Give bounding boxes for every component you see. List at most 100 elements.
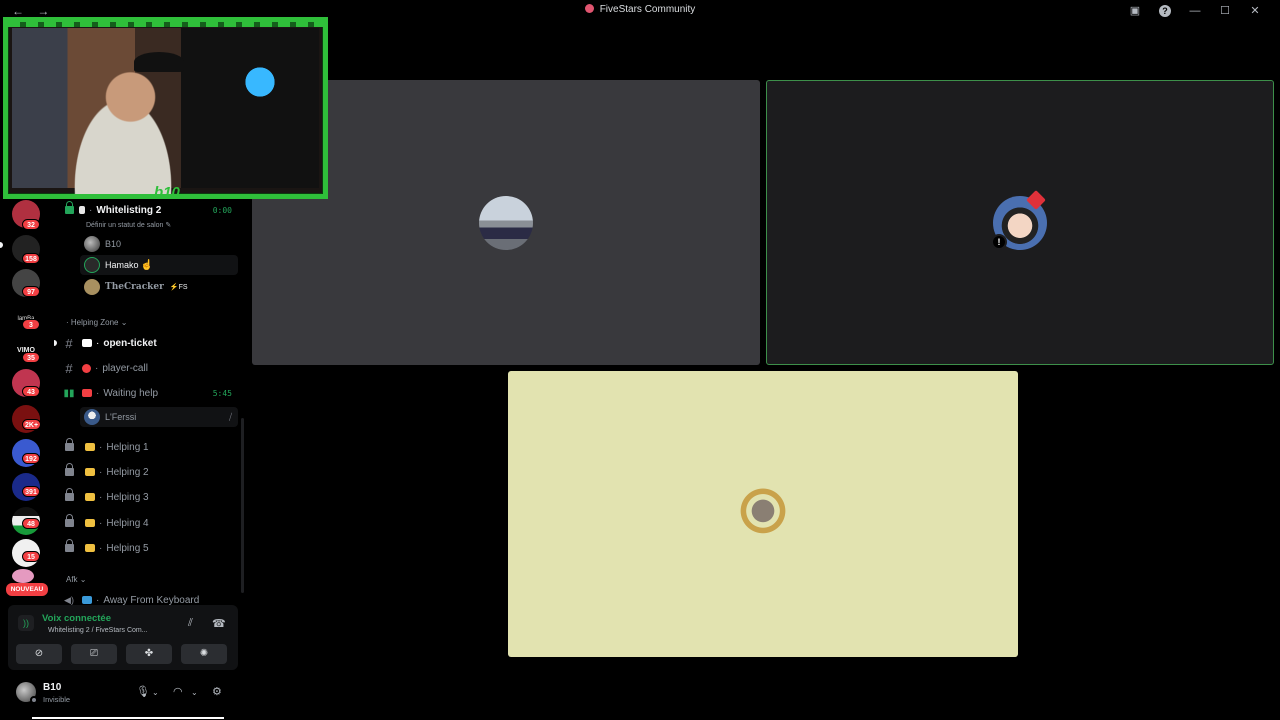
channel-helping-3[interactable]: · Helping 3 bbox=[62, 486, 240, 508]
user-tag: ⚡FS bbox=[169, 284, 188, 291]
voice-channel-whitelisting-2[interactable]: · Whitelisting 2 0:00 bbox=[62, 200, 240, 220]
text-channel-icon: # bbox=[65, 360, 73, 376]
voice-user[interactable]: L'Ferssi ⧸ bbox=[80, 407, 238, 427]
camera-off-icon[interactable]: ⊘ bbox=[16, 644, 62, 664]
channel-name: Away From Keyboard bbox=[103, 594, 200, 606]
close-button[interactable]: ✕ bbox=[1240, 2, 1270, 20]
separator-dot: · bbox=[99, 542, 103, 554]
channel-helping-1[interactable]: · Helping 1 bbox=[62, 436, 240, 458]
channel-name: Helping 5 bbox=[106, 542, 149, 554]
user-panel: B10 Invisible 🎙︎ ⌄ ◠ ⌄ ⚙ bbox=[0, 675, 246, 715]
channel-name: Helping 1 bbox=[106, 441, 149, 453]
lock-emoji-icon bbox=[85, 443, 95, 451]
window-controls: ▣ ? — ☐ ✕ bbox=[1120, 2, 1270, 20]
chevron-down-icon: ⌄ bbox=[120, 318, 128, 327]
screen-share-icon[interactable]: ⎚ bbox=[71, 644, 117, 664]
lock-icon bbox=[65, 463, 74, 476]
activities-icon[interactable]: ✤ bbox=[126, 644, 172, 664]
chevron-down-icon[interactable]: ⌄ bbox=[152, 688, 159, 697]
mention-badge: 15 bbox=[22, 551, 40, 562]
category-afk[interactable]: Afk ⌄ bbox=[66, 575, 87, 584]
participant-tile-speaking[interactable]: ! bbox=[766, 80, 1274, 365]
gear-icon[interactable]: ⚙ bbox=[212, 685, 222, 698]
sos-icon bbox=[82, 389, 92, 397]
maximize-button[interactable]: ☐ bbox=[1210, 2, 1240, 20]
separator-dot: · bbox=[96, 594, 100, 606]
voice-user-name: TheCracker bbox=[105, 282, 164, 292]
minimize-button[interactable]: — bbox=[1180, 2, 1210, 20]
mention-badge: 3 bbox=[22, 319, 40, 330]
chevron-down-icon: ⌄ bbox=[79, 575, 87, 584]
help-icon: ? bbox=[1159, 5, 1171, 17]
lock-icon bbox=[65, 488, 74, 501]
separator-dot: · bbox=[99, 491, 103, 503]
separator-dot: · bbox=[89, 204, 93, 216]
username[interactable]: B10 bbox=[43, 682, 61, 693]
mention-badge: 32 bbox=[22, 219, 40, 230]
soundboard-icon[interactable]: ✺ bbox=[181, 644, 227, 664]
streamer-image bbox=[48, 52, 198, 194]
mention-badge: 43 bbox=[22, 386, 40, 397]
window-title: FiveStars Community bbox=[0, 4, 1280, 15]
category-name: Afk bbox=[66, 575, 78, 584]
unread-indicator bbox=[0, 242, 3, 248]
voice-user[interactable]: Hamako ☝ bbox=[80, 255, 238, 275]
mention-badge: 35 bbox=[22, 352, 40, 363]
participant-tile[interactable] bbox=[252, 80, 760, 365]
voice-connected-panel: )) Voix connectée Whitelisting 2 / FiveS… bbox=[8, 605, 238, 670]
channel-helping-5[interactable]: · Helping 5 bbox=[62, 537, 240, 559]
separator-dot: · bbox=[99, 441, 103, 453]
zzz-icon bbox=[82, 596, 92, 604]
voice-status-subtitle[interactable]: Whitelisting 2 / FiveStars Com... bbox=[48, 627, 148, 634]
channel-name: Whitelisting 2 bbox=[96, 204, 162, 216]
microphone-icon[interactable]: 🎙︎ bbox=[136, 685, 150, 698]
lock-icon bbox=[65, 514, 74, 527]
webcam-frame-decoration bbox=[8, 22, 323, 27]
signal-icon[interactable]: )) bbox=[18, 615, 34, 631]
mention-badge: 97 bbox=[22, 286, 40, 297]
channel-helping-4[interactable]: · Helping 4 bbox=[62, 512, 240, 534]
help-button[interactable]: ? bbox=[1150, 2, 1180, 20]
separator-dot: · bbox=[99, 517, 103, 529]
channel-name: Waiting help bbox=[103, 387, 159, 399]
channel-player-call[interactable]: # · player-call bbox=[62, 357, 240, 379]
voice-user-name: B10 bbox=[105, 239, 122, 249]
channel-name: Helping 2 bbox=[106, 466, 149, 478]
participant-tile[interactable] bbox=[508, 371, 1018, 657]
separator-dot: · bbox=[99, 466, 103, 478]
channel-name: Helping 3 bbox=[106, 491, 149, 503]
category-helping-zone[interactable]: · Helping Zone ⌄ bbox=[66, 318, 127, 327]
voice-user[interactable]: B10 bbox=[80, 234, 238, 254]
mention-badge: 48 bbox=[22, 518, 40, 529]
avatar bbox=[84, 236, 100, 252]
mention-badge: 158 bbox=[22, 253, 40, 264]
channel-status-hint[interactable]: Définir un statut de salon ✎ bbox=[86, 221, 171, 229]
muted-icon: ⧸ bbox=[228, 411, 232, 422]
channel-open-ticket[interactable]: # · open-ticket bbox=[62, 332, 240, 354]
headphones-icon[interactable]: ◠ bbox=[173, 685, 183, 698]
voice-active-icon: ▮▮ bbox=[63, 387, 75, 399]
mention-badge: 2K+ bbox=[22, 419, 42, 430]
unread-indicator bbox=[54, 340, 57, 346]
voice-user-name: Hamako bbox=[105, 260, 139, 270]
avatar bbox=[84, 257, 100, 273]
chevron-down-icon[interactable]: ⌄ bbox=[191, 688, 198, 697]
noise-suppression-icon[interactable]: ⫽ bbox=[188, 617, 193, 630]
lock-emoji-icon bbox=[85, 493, 95, 501]
sidebar-scrollbar[interactable] bbox=[241, 418, 244, 593]
new-badge: NOUVEAU bbox=[6, 583, 48, 596]
webcam-overlay: b10 bbox=[3, 17, 328, 199]
status-indicator bbox=[30, 696, 38, 704]
lock-icon bbox=[65, 539, 74, 552]
channel-helping-2[interactable]: · Helping 2 bbox=[62, 461, 240, 483]
category-name: Helping Zone bbox=[70, 318, 119, 327]
lock-emoji-icon bbox=[85, 519, 95, 527]
server-icon[interactable] bbox=[12, 569, 34, 583]
participant-avatar bbox=[732, 483, 794, 545]
inbox-icon[interactable]: ▣ bbox=[1120, 2, 1150, 20]
voice-user[interactable]: TheCracker ⚡FS bbox=[80, 277, 238, 297]
voice-status-title[interactable]: Voix connectée bbox=[42, 613, 111, 624]
speaker-icon: ◀) bbox=[64, 594, 74, 605]
disconnect-icon[interactable]: ☎ bbox=[212, 617, 226, 630]
channel-waiting-help[interactable]: ▮▮ · Waiting help 5:45 bbox=[62, 382, 240, 404]
